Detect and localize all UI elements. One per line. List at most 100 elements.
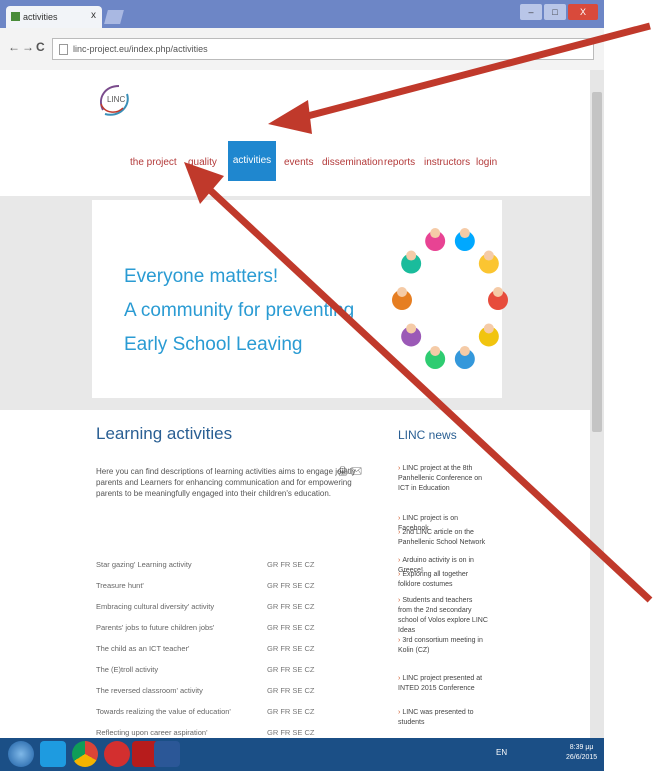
child-head bbox=[483, 250, 494, 261]
new-tab-button[interactable] bbox=[104, 10, 124, 24]
news-item[interactable]: › 2nd LINC article on the Panhellenic Sch… bbox=[398, 528, 488, 548]
news-item[interactable]: › LINC project at the 8th Panhellenic Con… bbox=[398, 464, 488, 494]
browser-tab[interactable]: activities x bbox=[6, 6, 102, 28]
bullet-icon: › bbox=[398, 465, 401, 472]
news-item[interactable]: › 3rd consortium meeting in Kolin (CZ) bbox=[398, 636, 488, 656]
news-item[interactable]: › Students and teachers from the 2nd seco… bbox=[398, 596, 488, 636]
browser-toolbar: ← → C linc-project.eu/index.php/activiti… bbox=[0, 28, 604, 71]
children-circle-illustration bbox=[392, 228, 508, 369]
tab-title: activities bbox=[23, 12, 58, 22]
child-head bbox=[459, 345, 470, 356]
bullet-icon: › bbox=[398, 709, 401, 716]
bullet-icon: › bbox=[398, 637, 401, 644]
activity-link[interactable]: The child as an ICT teacher' bbox=[96, 644, 189, 653]
activity-languages[interactable]: GR FR SE CZ bbox=[267, 644, 315, 653]
favicon-icon bbox=[11, 12, 20, 21]
nav-events[interactable]: events bbox=[284, 157, 313, 168]
news-item-text: LINC project presented at INTED 2015 Con… bbox=[398, 675, 483, 692]
news-item-text: Students and teachers from the 2nd secon… bbox=[398, 597, 488, 634]
activity-link[interactable]: Treasure hunt' bbox=[96, 581, 144, 590]
child-head bbox=[397, 287, 407, 297]
maximize-button[interactable]: □ bbox=[544, 4, 566, 20]
nav-login[interactable]: login bbox=[476, 157, 497, 168]
print-email-icon[interactable]: 🖨 ✉ bbox=[337, 466, 362, 477]
news-title: LINC news bbox=[398, 428, 457, 442]
bullet-icon: › bbox=[398, 515, 401, 522]
scrollbar[interactable] bbox=[590, 70, 604, 738]
child-head bbox=[483, 323, 494, 334]
url-text: linc-project.eu/index.php/activities bbox=[73, 44, 208, 54]
chrome-icon[interactable] bbox=[72, 741, 98, 767]
child-head bbox=[406, 323, 417, 334]
intro-text: Here you can find descriptions of learni… bbox=[96, 467, 356, 498]
nav-the-project[interactable]: the project bbox=[130, 157, 177, 168]
activity-languages[interactable]: GR FR SE CZ bbox=[267, 707, 315, 716]
linc-logo[interactable]: LINC bbox=[95, 80, 135, 120]
bullet-icon: › bbox=[398, 571, 401, 578]
reload-button[interactable]: C bbox=[36, 40, 45, 54]
news-item[interactable]: › Exploring all together folklore costume… bbox=[398, 570, 488, 590]
clock-time: 8:39 μμ bbox=[569, 744, 594, 751]
word-icon[interactable] bbox=[154, 741, 180, 767]
hero-banner: Everyone matters! A community for preven… bbox=[92, 200, 508, 398]
news-sidebar: LINC news › LINC project at the 8th Panhe… bbox=[394, 410, 490, 740]
hero-line-2: A community for preventing bbox=[124, 300, 355, 321]
tab-close-icon[interactable]: x bbox=[91, 10, 96, 21]
close-window-button[interactable]: X bbox=[568, 4, 598, 20]
news-item[interactable]: › LINC project presented at INTED 2015 Co… bbox=[398, 674, 488, 694]
minimize-button[interactable]: – bbox=[520, 4, 542, 20]
activity-link[interactable]: Parents' jobs to future children jobs' bbox=[96, 623, 214, 632]
bullet-icon: › bbox=[398, 557, 401, 564]
skype-icon[interactable] bbox=[40, 741, 66, 767]
news-item[interactable]: › LINC was presented to students bbox=[398, 708, 488, 728]
bullet-icon: › bbox=[398, 675, 401, 682]
activity-languages[interactable]: GR FR SE CZ bbox=[267, 602, 315, 611]
nav-activities[interactable]: activities bbox=[228, 141, 276, 181]
activity-languages[interactable]: GR FR SE CZ bbox=[267, 560, 315, 569]
system-clock[interactable]: 8:39 μμ 26/6/2015 bbox=[566, 743, 597, 763]
clock-date: 26/6/2015 bbox=[566, 754, 598, 761]
logo-text: LINC bbox=[107, 95, 125, 104]
forward-button[interactable]: → bbox=[22, 40, 34, 54]
activity-languages[interactable]: GR FR SE CZ bbox=[267, 581, 315, 590]
back-button[interactable]: ← bbox=[8, 40, 20, 54]
news-item-text: LINC project at the 8th Panhellenic Conf… bbox=[398, 465, 483, 492]
nav-instructors[interactable]: instructors bbox=[424, 157, 470, 168]
bullet-icon: › bbox=[398, 597, 401, 604]
news-item-text: 2nd LINC article on the Panhellenic Scho… bbox=[398, 529, 486, 546]
child-head bbox=[459, 228, 470, 239]
activity-languages[interactable]: GR FR SE CZ bbox=[267, 623, 315, 632]
nav-reports[interactable]: reports bbox=[384, 157, 415, 168]
activity-languages[interactable]: GR FR SE CZ bbox=[267, 665, 315, 674]
child-head bbox=[430, 345, 441, 356]
bullet-icon: › bbox=[398, 529, 401, 536]
activity-link[interactable]: Embracing cultural diversity' activity bbox=[96, 602, 214, 611]
main-nav: the project quality events dissemination… bbox=[0, 150, 590, 180]
child-head bbox=[493, 287, 503, 297]
page-icon bbox=[59, 44, 68, 56]
activity-link[interactable]: Star gazing' Learning activity bbox=[96, 560, 192, 569]
activity-link[interactable]: The reversed classroom' activity bbox=[96, 686, 203, 695]
address-bar[interactable]: linc-project.eu/index.php/activities bbox=[52, 38, 594, 60]
news-item-text: 3rd consortium meeting in Kolin (CZ) bbox=[398, 637, 483, 654]
section-title: Learning activities bbox=[96, 424, 233, 443]
news-item-text: LINC was presented to students bbox=[398, 709, 474, 726]
activity-languages[interactable]: GR FR SE CZ bbox=[267, 728, 315, 737]
nav-quality[interactable]: quality bbox=[188, 157, 217, 168]
windows-start-icon[interactable] bbox=[8, 741, 34, 767]
news-item-text: Exploring all together folklore costumes bbox=[398, 571, 469, 588]
activity-link[interactable]: Towards realizing the value of education… bbox=[96, 707, 231, 716]
scrollbar-thumb[interactable] bbox=[592, 92, 602, 432]
windows-taskbar: EN 8:39 μμ 26/6/2015 bbox=[0, 738, 604, 771]
activity-link[interactable]: The (E)troll activity bbox=[96, 665, 158, 674]
nav-dissemination[interactable]: dissemination bbox=[322, 157, 383, 168]
child-head bbox=[406, 250, 417, 261]
language-indicator[interactable]: EN bbox=[496, 748, 507, 757]
child-head bbox=[430, 228, 441, 239]
hero-line-3: Early School Leaving bbox=[124, 334, 303, 355]
activity-languages[interactable]: GR FR SE CZ bbox=[267, 686, 315, 695]
hero-line-1: Everyone matters! bbox=[124, 266, 279, 287]
main-content: Learning activities Here you can find de… bbox=[92, 410, 388, 740]
opera-icon[interactable] bbox=[104, 741, 130, 767]
activity-link[interactable]: Reflecting upon career aspiration' bbox=[96, 728, 208, 737]
